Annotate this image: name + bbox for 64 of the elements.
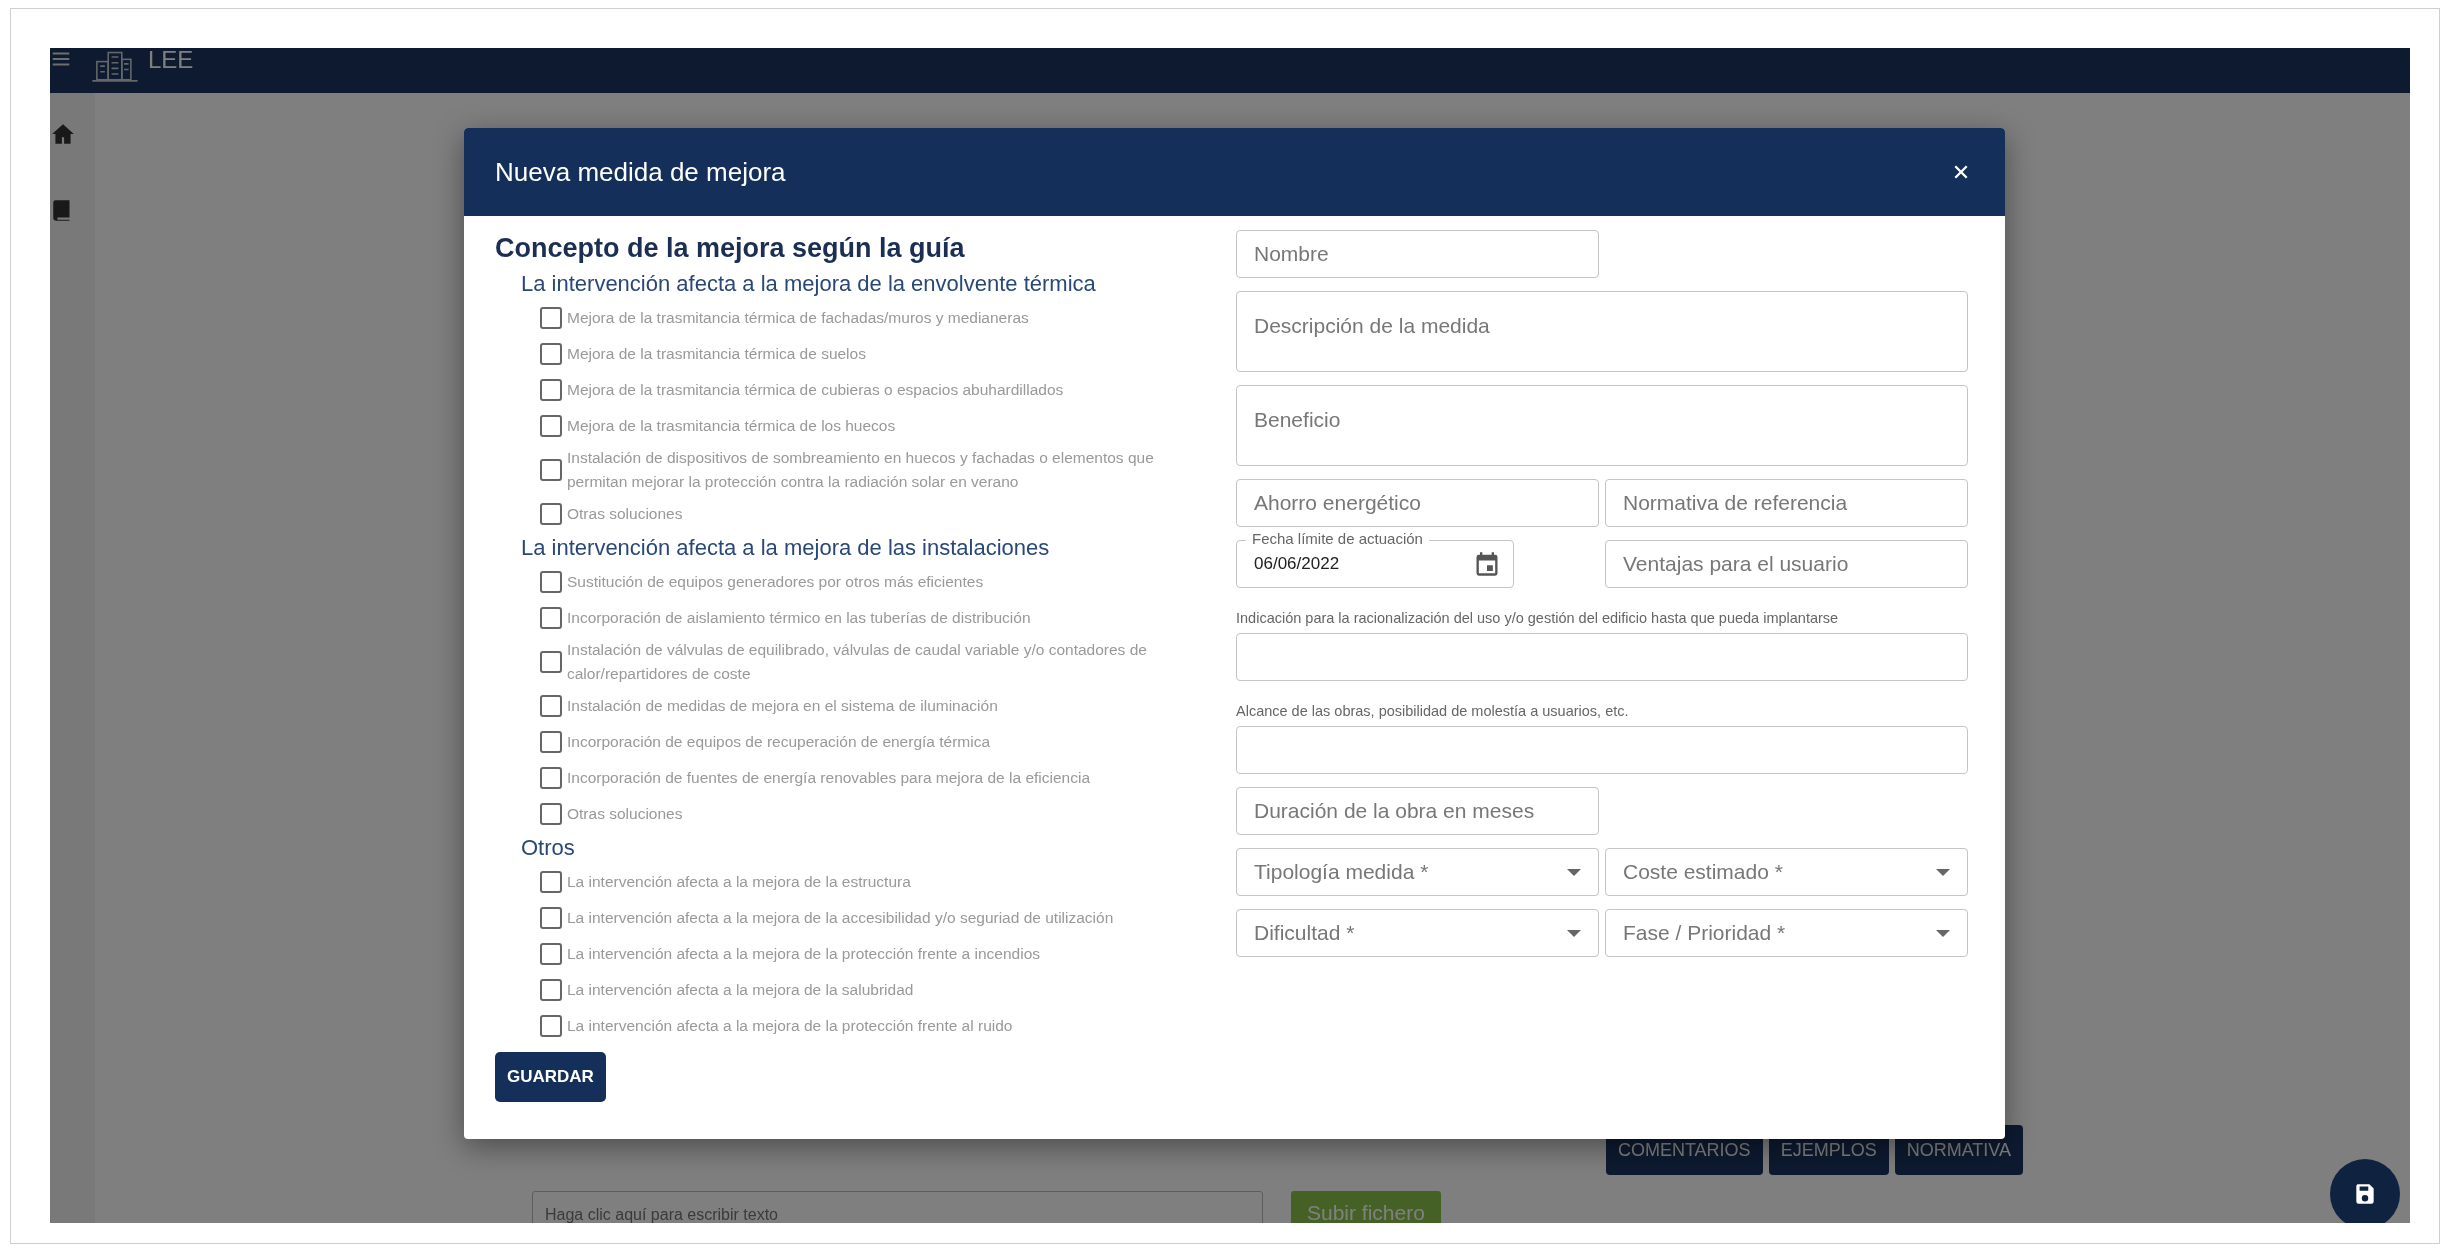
option-label: Mejora de la trasmitancia térmica de cubieras o espacios abuhardillados [567, 380, 1064, 400]
checkbox[interactable] [540, 979, 562, 1001]
option-label: La intervención afecta a la mejora de la salubridad [567, 980, 914, 1000]
field-label: Alcance de las obras, posibilidad de molestía a usuarios, etc. [1236, 702, 1630, 721]
checkbox[interactable] [540, 379, 562, 401]
section-heading: Concepto de la mejora según la guía [495, 232, 965, 265]
checkbox[interactable] [540, 731, 562, 753]
checkbox[interactable] [540, 607, 562, 629]
dropdown[interactable]: Tipología medida * [1236, 848, 1599, 896]
option-label: La intervención afecta a la mejora de la protección frente al ruido [567, 1016, 1013, 1036]
input-field[interactable] [1236, 633, 1968, 681]
option-label: Sustitución de equipos generadores por otros más eficientes [567, 572, 984, 592]
checkbox[interactable] [540, 415, 562, 437]
option-label: Otras soluciones [567, 504, 683, 524]
text-field[interactable]: Haga clic aquí para escribir texto [532, 1191, 1263, 1223]
group-title: La intervención afecta a la mejora de las instalaciones [520, 534, 1050, 562]
checkbox[interactable] [540, 571, 562, 593]
checkbox[interactable] [540, 943, 562, 965]
save-button[interactable]: GUARDAR [495, 1052, 606, 1102]
group-title: Otros [520, 834, 575, 862]
caret-icon [1567, 929, 1581, 937]
option-label: Incorporación de fuentes de energía renovables para mejora de la eficiencia [567, 768, 1091, 788]
checkbox[interactable] [540, 459, 562, 481]
option-label: Mejora de la trasmitancia térmica de fachadas/muros y medianeras [567, 308, 1029, 328]
dropdown[interactable]: Fase / Prioridad * [1605, 909, 1968, 957]
close-icon[interactable] [1953, 164, 1969, 180]
checkbox[interactable] [540, 343, 562, 365]
option-label: La intervención afecta a la mejora de la accesibilidad y/o seguriad de utilización [567, 908, 1114, 928]
checkbox[interactable] [540, 503, 562, 525]
checkbox[interactable] [540, 651, 562, 673]
field-label: Indicación para la racionalización del uso y/o gestión del edificio hasta que pueda implantarse [1236, 609, 1840, 628]
option-label: La intervención afecta a la mejora de la estructura [567, 872, 911, 892]
input-field[interactable]: Ahorro energético [1236, 479, 1599, 527]
caret-icon [1936, 929, 1950, 937]
input-field[interactable]: Ventajas para el usuario [1605, 540, 1968, 588]
text-area[interactable]: Beneficio [1236, 385, 1968, 466]
app-title: LEE [148, 48, 194, 72]
option-label: Instalación de dispositivos de sombreamiento en huecos y fachadas o elementos que permitan mejorar la protección contra la radiación solar en verano [567, 448, 1155, 492]
checkbox[interactable] [540, 1015, 562, 1037]
group-title: La intervención afecta a la mejora de la envolvente térmica [520, 270, 1096, 298]
input-field[interactable]: Duración de la obra en meses [1236, 787, 1599, 835]
option-label: Incorporación de equipos de recuperación de energía térmica [567, 732, 991, 752]
option-label: Otras soluciones [567, 804, 683, 824]
dropdown[interactable]: Coste estimado * [1605, 848, 1968, 896]
checkbox[interactable] [540, 803, 562, 825]
option-label: Mejora de la trasmitancia térmica de los huecos [567, 416, 896, 436]
option-label: Mejora de la trasmitancia térmica de suelos [567, 344, 866, 364]
caret-icon [1936, 868, 1950, 876]
option-label: La intervención afecta a la mejora de la protección frente a incendios [567, 944, 1041, 964]
checkbox[interactable] [540, 907, 562, 929]
checkbox[interactable] [540, 871, 562, 893]
dropdown[interactable]: Dificultad * [1236, 909, 1599, 957]
checkbox[interactable] [540, 695, 562, 717]
dialog-title: Nueva medida de mejora [495, 156, 786, 188]
option-label: Incorporación de aislamiento térmico en las tuberías de distribución [567, 608, 1031, 628]
input-field[interactable] [1236, 726, 1968, 774]
input-field[interactable]: Normativa de referencia [1605, 479, 1968, 527]
checkbox[interactable] [540, 767, 562, 789]
caret-icon [1567, 868, 1581, 876]
option-label: Instalación de medidas de mejora en el sistema de iluminación [567, 696, 998, 716]
text-area[interactable]: Descripción de la medida [1236, 291, 1968, 372]
option-label: Instalación de válvulas de equilibrado, válvulas de caudal variable y/o contadores de calor/repartidores de coste [567, 640, 1148, 684]
input-field[interactable]: Nombre [1236, 230, 1599, 278]
checkbox[interactable] [540, 307, 562, 329]
